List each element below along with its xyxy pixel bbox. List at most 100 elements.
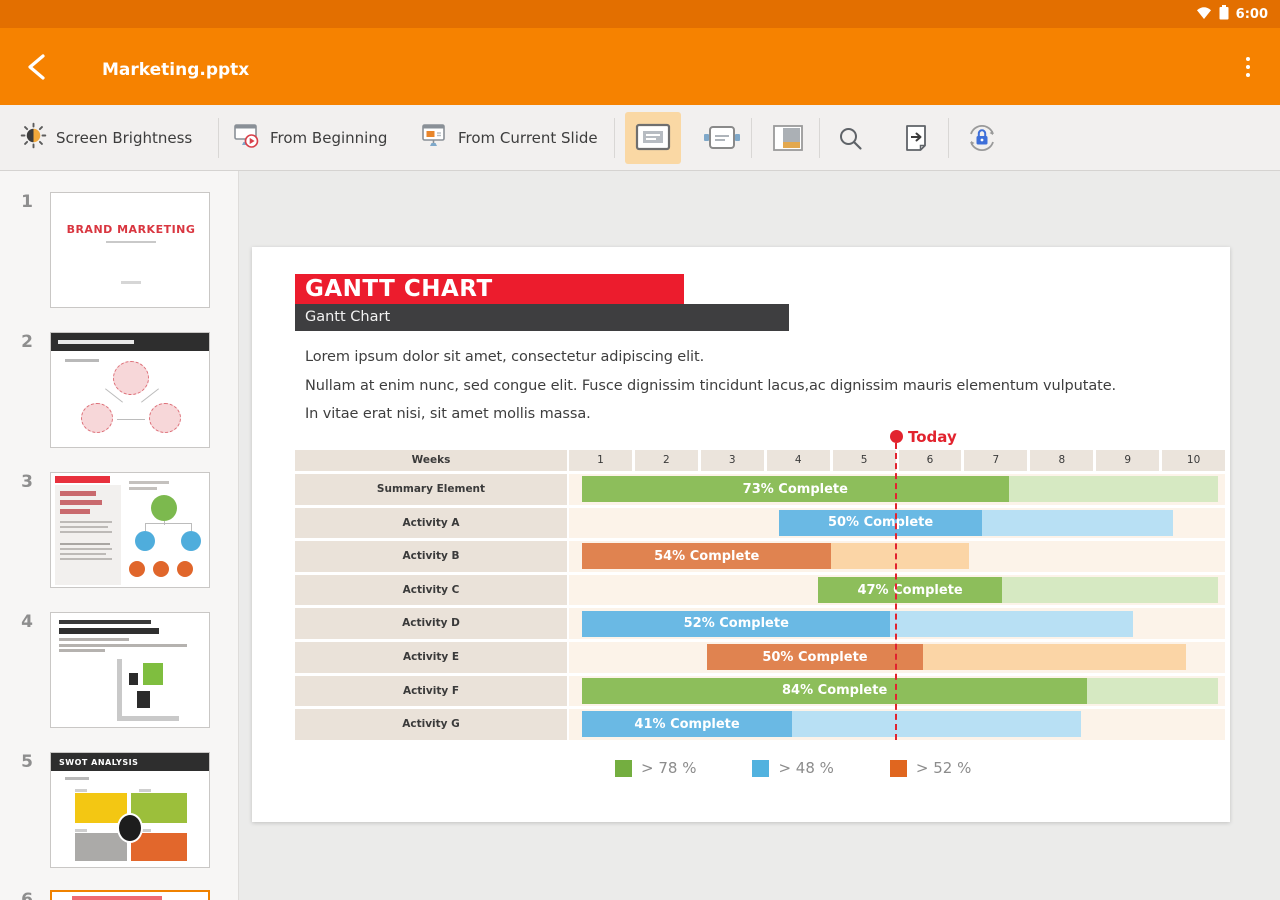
slide-number: 4 — [14, 612, 40, 632]
legend-item: > 48 % — [752, 759, 833, 777]
gantt-row-track: 52% Complete — [569, 608, 1225, 639]
content-area: 1 BRAND MARKETING 2 3 — [0, 171, 1280, 900]
legend-item: > 52 % — [890, 759, 971, 777]
slide-number: 6 — [14, 890, 40, 900]
gantt-bar-progress: 50% Complete — [779, 510, 982, 536]
gantt-row: Activity G 41% Complete — [295, 709, 1225, 740]
gantt-bar-label: 73% Complete — [743, 482, 848, 497]
gantt-row-label: Activity B — [295, 541, 567, 572]
go-to-page-icon[interactable] — [894, 112, 938, 164]
overflow-menu-icon[interactable] — [1238, 51, 1258, 83]
gantt-row-track: 73% Complete — [569, 474, 1225, 505]
search-icon[interactable] — [828, 112, 872, 164]
slide-thumbnail-6[interactable] — [50, 890, 210, 900]
slide-thumbnail-3[interactable] — [50, 472, 210, 588]
gantt-legend: > 78 % > 48 % > 52 % — [615, 759, 971, 777]
gantt-row: Activity F84% Complete — [295, 676, 1225, 707]
legend-label: > 52 % — [916, 759, 971, 777]
week-number: 1 — [569, 450, 632, 471]
slide-thumbnail-5[interactable]: SWOT ANALYSIS — [50, 752, 210, 868]
gantt-row-track: 54% Complete — [569, 541, 1225, 572]
brightness-icon — [20, 122, 47, 153]
legend-label: > 48 % — [778, 759, 833, 777]
today-line — [895, 443, 897, 740]
gantt-week-row: 12345678910 — [569, 450, 1225, 471]
play-from-beginning-icon — [232, 122, 261, 154]
toolbar-divider — [948, 118, 949, 158]
slide-title: GANTT CHART — [295, 274, 684, 304]
document-title: Marketing.pptx — [102, 60, 249, 80]
gantt-bar-progress: 73% Complete — [582, 476, 1008, 502]
slide-thumbnail-1[interactable]: BRAND MARKETING — [50, 192, 210, 308]
legend-swatch — [615, 760, 632, 777]
slide-number: 5 — [14, 752, 40, 772]
gantt-rows: Summary Element73% CompleteActivity A 50%… — [295, 474, 1225, 740]
gantt-chart: Weeks 12345678910 Summary Element73% Com… — [295, 450, 1225, 740]
notes-view-icon[interactable] — [760, 112, 816, 164]
week-number: 2 — [635, 450, 698, 471]
slide-number: 2 — [14, 332, 40, 352]
gantt-row-label: Activity D — [295, 608, 567, 639]
presentation-viewer-app: 6:00 Marketing.pptx — [0, 0, 1280, 900]
today-label: Today — [908, 428, 957, 446]
body-line: Lorem ipsum dolor sit amet, consectetur … — [305, 343, 1116, 372]
gantt-bar-progress: 54% Complete — [582, 543, 831, 569]
rotation-lock-icon[interactable] — [958, 112, 1006, 164]
gantt-bar-progress: 47% Complete — [818, 577, 1002, 603]
body-line: In vitae erat nisi, sit amet mollis mass… — [305, 400, 1116, 429]
gantt-row-label: Activity G — [295, 709, 567, 740]
gantt-row-track: 84% Complete — [569, 676, 1225, 707]
gantt-row: Activity C 47% Complete — [295, 575, 1225, 606]
week-number: 7 — [964, 450, 1027, 471]
legend-swatch — [752, 760, 769, 777]
week-number: 9 — [1096, 450, 1159, 471]
toolbar: Screen Brightness From Beginning — [0, 105, 1280, 171]
back-arrow-icon[interactable] — [18, 48, 56, 86]
gantt-bar-label: 50% Complete — [762, 650, 867, 665]
week-number: 3 — [701, 450, 764, 471]
gantt-row: Activity E 50% Complete — [295, 642, 1225, 673]
gantt-row-label: Activity A — [295, 508, 567, 539]
legend-item: > 78 % — [615, 759, 696, 777]
slide-subtitle: Gantt Chart — [295, 304, 789, 331]
slide-number: 1 — [14, 192, 40, 212]
battery-icon — [1219, 5, 1229, 24]
gantt-row-track: 50% Complete — [569, 642, 1225, 673]
from-current-slide-button[interactable]: From Current Slide — [420, 105, 598, 170]
slide-thumbnail-4[interactable] — [50, 612, 210, 728]
wifi-icon — [1196, 5, 1212, 24]
gantt-bar-progress: 52% Complete — [582, 611, 890, 637]
gantt-bar-progress: 50% Complete — [707, 644, 923, 670]
gantt-bar-progress: 41% Complete — [582, 711, 792, 737]
toolbar-divider — [819, 118, 820, 158]
gantt-row: Activity A 50% Complete — [295, 508, 1225, 539]
gantt-header-row: Weeks 12345678910 — [295, 450, 1225, 471]
gantt-row-label: Activity E — [295, 642, 567, 673]
gantt-row-track: 41% Complete — [569, 709, 1225, 740]
week-number: 6 — [899, 450, 962, 471]
gantt-bar-label: 52% Complete — [684, 616, 789, 631]
thumb5-title: SWOT ANALYSIS — [59, 758, 210, 767]
gantt-bar-label: 84% Complete — [782, 683, 887, 698]
slide-body-text: Lorem ipsum dolor sit amet, consectetur … — [305, 343, 1116, 429]
gantt-row: Summary Element73% Complete — [295, 474, 1225, 505]
slide-thumbnail-2[interactable] — [50, 332, 210, 448]
gantt-weeks-header: Weeks — [295, 450, 567, 471]
slide-canvas: GANTT CHART Gantt Chart Lorem ipsum dolo… — [252, 247, 1230, 822]
gantt-bar-progress: 84% Complete — [582, 678, 1087, 704]
app-bar: Marketing.pptx — [0, 28, 1280, 105]
from-beginning-button[interactable]: From Beginning — [232, 105, 387, 170]
gantt-bar-label: 41% Complete — [634, 717, 739, 732]
status-bar: 6:00 — [0, 0, 1280, 28]
legend-swatch — [890, 760, 907, 777]
toolbar-divider — [218, 118, 219, 158]
gantt-bar-label: 54% Complete — [654, 549, 759, 564]
week-number: 8 — [1030, 450, 1093, 471]
gantt-row-label: Activity C — [295, 575, 567, 606]
status-clock: 6:00 — [1236, 7, 1268, 22]
screen-brightness-button[interactable]: Screen Brightness — [20, 105, 192, 170]
toolbar-divider — [614, 118, 615, 158]
single-slide-view-icon[interactable] — [625, 112, 681, 164]
continuous-view-icon[interactable] — [697, 112, 747, 164]
today-pin — [890, 430, 903, 443]
